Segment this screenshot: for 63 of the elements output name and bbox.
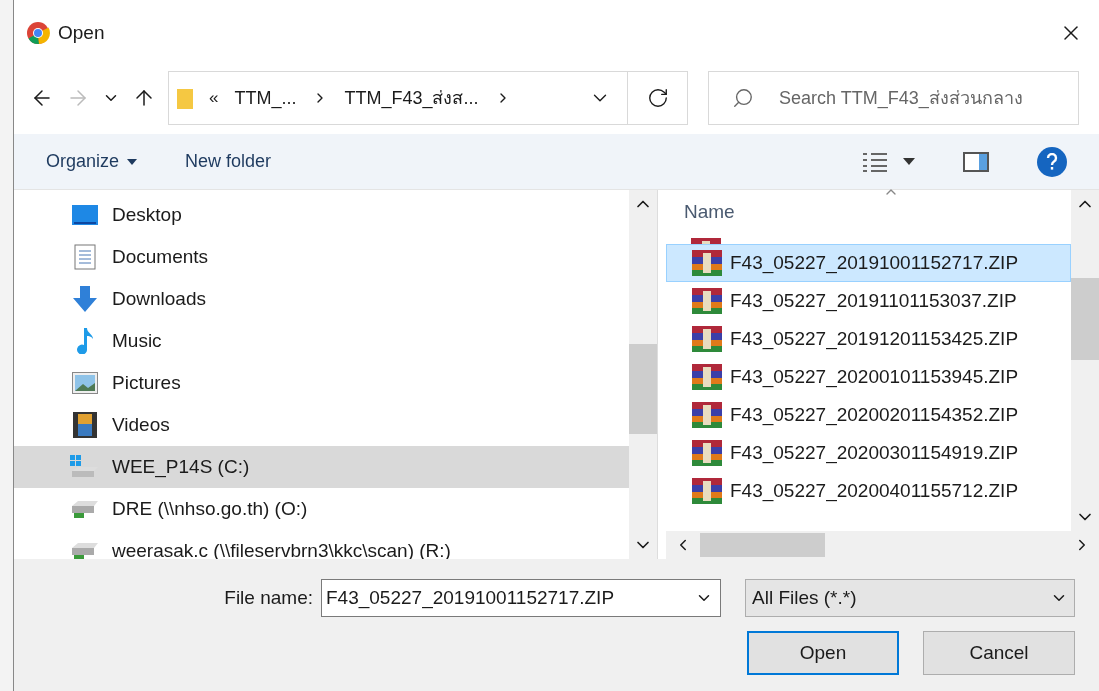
- caret-icon: [127, 158, 138, 165]
- new-folder-button[interactable]: New folder: [185, 148, 272, 175]
- browser-logo-icon: [26, 21, 50, 45]
- window-title: Open: [58, 20, 106, 45]
- nav-item[interactable]: weerasak.c (\\fileservbrn3\kkc\scan) (R:): [14, 530, 629, 572]
- file-row[interactable]: F43_05227_20191101153037.ZIP: [666, 282, 1071, 320]
- nav-item[interactable]: DRE (\\nhso.go.th) (O:): [14, 488, 629, 530]
- vertical-scrollbar[interactable]: [629, 190, 657, 559]
- file-row[interactable]: F43_05227_20200401155712.ZIP: [666, 472, 1071, 510]
- help-button[interactable]: [1037, 146, 1067, 177]
- network-drive-icon: [70, 498, 100, 520]
- list-view-icon: [863, 151, 887, 172]
- document-icon: [74, 244, 96, 270]
- file-name-field[interactable]: F43_05227_20191001152717.ZIP: [321, 579, 721, 617]
- overflow-marker: «: [209, 87, 219, 110]
- file-row[interactable]: F43_05227_20191201153425.ZIP: [666, 320, 1071, 358]
- archive-icon: [692, 478, 722, 504]
- archive-icon: [692, 440, 722, 466]
- nav-item[interactable]: Videos: [14, 404, 629, 446]
- nav-item[interactable]: WEE_P14S (C:): [14, 446, 629, 488]
- archive-icon: [692, 364, 722, 390]
- archive-icon: [692, 250, 722, 276]
- nav-item[interactable]: Desktop: [14, 194, 629, 236]
- nav-item[interactable]: Pictures: [14, 362, 629, 404]
- archive-icon: [692, 402, 722, 428]
- monitor-icon: [72, 205, 98, 225]
- name-column-header[interactable]: Name: [684, 197, 735, 226]
- network-drive-icon: [70, 540, 100, 562]
- caret-icon: [903, 158, 915, 165]
- help-icon: [1046, 152, 1058, 171]
- nav-item[interactable]: Documents: [14, 236, 629, 278]
- archive-icon: [692, 288, 722, 314]
- dialog-button[interactable]: Open: [747, 631, 899, 675]
- file-name-label: File name:: [224, 585, 313, 610]
- refresh-icon: [646, 87, 669, 109]
- search-icon: [732, 87, 754, 109]
- scrollbar-thumb[interactable]: [629, 344, 657, 434]
- scrollbar-thumb[interactable]: [1071, 278, 1099, 360]
- nav-item[interactable]: Downloads: [14, 278, 629, 320]
- folder-icon: [177, 87, 193, 109]
- archive-icon: [692, 326, 722, 352]
- address-bar[interactable]: « TTM_... TTM_F43_ส่งส...: [168, 71, 688, 125]
- film-strip-icon: [73, 412, 97, 438]
- dialog-button[interactable]: Cancel: [923, 631, 1075, 675]
- scrollbar-thumb[interactable]: [700, 533, 825, 557]
- file-row[interactable]: F43_05227_20191001152717.ZIP: [666, 244, 1071, 282]
- file-row[interactable]: F43_05227_20200201154352.ZIP: [666, 396, 1071, 434]
- preview-pane-icon: [963, 151, 989, 172]
- down-arrow-icon: [73, 286, 97, 312]
- organize-menu-button[interactable]: Organize: [46, 148, 138, 175]
- breadcrumb[interactable]: TTM_...: [234, 84, 297, 112]
- search-field[interactable]: Search TTM_F43_ส่งส่วนกลาง: [708, 71, 1079, 125]
- file-type-dropdown[interactable]: All Files (*.*): [745, 579, 1075, 617]
- file-row[interactable]: F43_05227_20200301154919.ZIP: [666, 434, 1071, 472]
- view-options-button[interactable]: [863, 151, 915, 172]
- breadcrumb[interactable]: TTM_F43_ส่งส...: [344, 84, 479, 112]
- file-row[interactable]: F43_05227_20200101153945.ZIP: [666, 358, 1071, 396]
- music-note-icon: [76, 328, 94, 354]
- nav-item[interactable]: Music: [14, 320, 629, 362]
- horizontal-scrollbar[interactable]: [666, 531, 1099, 559]
- landscape-picture-icon: [72, 372, 98, 394]
- vertical-scrollbar[interactable]: [1071, 190, 1099, 531]
- preview-pane-button[interactable]: [963, 151, 989, 172]
